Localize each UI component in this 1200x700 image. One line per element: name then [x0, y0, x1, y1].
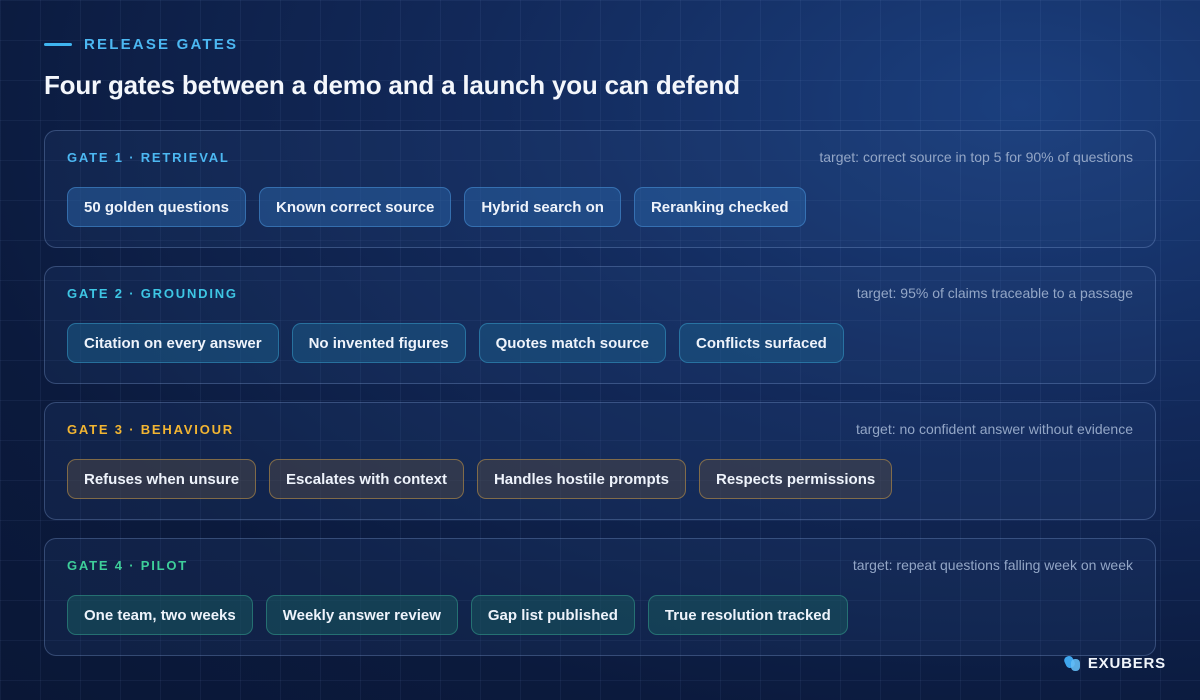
- brand-mark: EXUBERS: [1064, 654, 1166, 672]
- eyebrow-accent-line: [44, 43, 72, 46]
- gate-card-3: GATE 3 · BEHAVIOUR target: no confident …: [44, 402, 1156, 520]
- gate-chip: No invented figures: [291, 323, 466, 363]
- gate-chip: Gap list published: [470, 595, 635, 635]
- brand-name: EXUBERS: [1087, 654, 1166, 672]
- gate-card-1: GATE 1 · RETRIEVAL target: correct sourc…: [44, 130, 1156, 248]
- gate-label: GATE 4 · PILOT: [67, 557, 189, 573]
- gate-label: GATE 2 · GROUNDING: [67, 285, 238, 301]
- gate-chips: One team, two weeks Weekly answer review…: [67, 595, 1133, 635]
- gate-header: GATE 3 · BEHAVIOUR target: no confident …: [67, 421, 1133, 437]
- gate-header: GATE 1 · RETRIEVAL target: correct sourc…: [67, 149, 1133, 165]
- gate-label: GATE 1 · RETRIEVAL: [67, 149, 230, 165]
- gate-chip: True resolution tracked: [647, 595, 848, 635]
- exubers-logo-icon: [1064, 655, 1080, 671]
- gate-target: target: repeat questions falling week on…: [852, 557, 1133, 573]
- gate-card-4: GATE 4 · PILOT target: repeat questions …: [44, 538, 1156, 656]
- gate-header: GATE 2 · GROUNDING target: 95% of claims…: [67, 285, 1133, 301]
- gate-chip: Weekly answer review: [265, 595, 458, 635]
- gates-list: GATE 1 · RETRIEVAL target: correct sourc…: [44, 130, 1156, 674]
- eyebrow-label: RELEASE GATES: [84, 36, 239, 53]
- gate-header: GATE 4 · PILOT target: repeat questions …: [67, 557, 1133, 573]
- gate-chip: Citation on every answer: [67, 323, 279, 363]
- gate-chip: 50 golden questions: [67, 187, 247, 227]
- gate-chip: Quotes match source: [478, 323, 666, 363]
- gate-chip: Refuses when unsure: [67, 459, 257, 499]
- gate-chips: Citation on every answer No invented fig…: [67, 323, 1133, 363]
- page-title: Four gates between a demo and a launch y…: [44, 70, 740, 100]
- gate-chip: One team, two weeks: [67, 595, 253, 635]
- gate-label: GATE 3 · BEHAVIOUR: [67, 421, 234, 437]
- gate-chip: Respects permissions: [698, 459, 893, 499]
- gate-chips: Refuses when unsure Escalates with conte…: [67, 459, 1133, 499]
- gate-chip: Hybrid search on: [464, 187, 621, 227]
- gate-chip: Handles hostile prompts: [476, 459, 686, 499]
- gate-target: target: 95% of claims traceable to a pas…: [856, 285, 1133, 301]
- gate-chip: Escalates with context: [269, 459, 464, 499]
- eyebrow-row: RELEASE GATES: [44, 36, 238, 53]
- gate-target: target: no confident answer without evid…: [855, 421, 1133, 437]
- gate-chip: Conflicts surfaced: [678, 323, 844, 363]
- gate-chips: 50 golden questions Known correct source…: [67, 187, 1133, 227]
- gate-card-2: GATE 2 · GROUNDING target: 95% of claims…: [44, 266, 1156, 384]
- gate-target: target: correct source in top 5 for 90% …: [819, 149, 1133, 165]
- gate-chip: Reranking checked: [633, 187, 806, 227]
- gate-chip: Known correct source: [259, 187, 452, 227]
